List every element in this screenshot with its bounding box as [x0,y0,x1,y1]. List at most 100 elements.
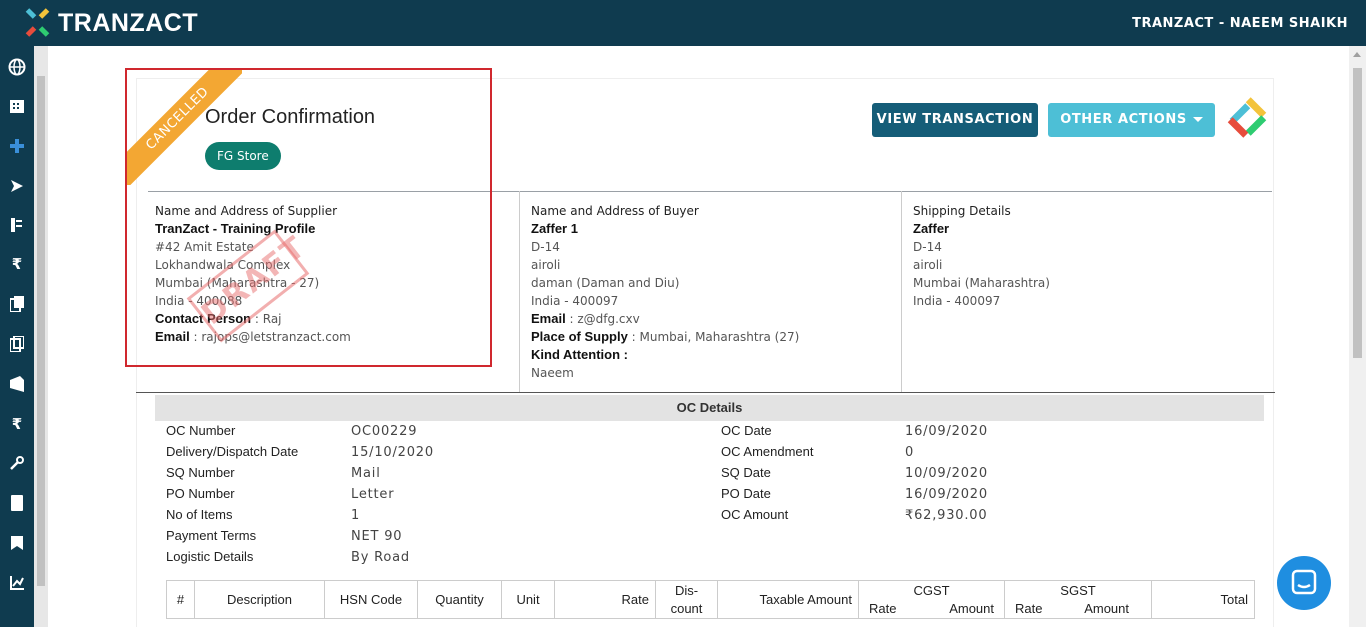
buyer-email-value: : z@dfg.cxv [565,312,640,326]
col-unit: Unit [501,580,555,619]
oc-field: Mail [351,466,381,481]
oc-field: Letter [351,487,394,502]
buyer-email-label: Email [531,311,566,326]
plus-nodes-icon[interactable] [0,133,34,159]
oc-field-label: OC Amendment [721,444,814,459]
shipping-line: Mumbai (Maharashtra) [913,276,1050,290]
chart-icon[interactable] [0,570,34,596]
chat-button[interactable] [1277,556,1331,610]
col-number: # [166,580,195,619]
shipping-line: airoli [913,258,943,272]
col-sgst: SGST Rate Amount [1004,580,1152,619]
building-icon[interactable] [0,93,34,119]
sgst-subheaders: Rate Amount [1011,600,1145,618]
left-scrollbar[interactable] [34,46,48,627]
right-scrollbar[interactable] [1349,46,1366,627]
col-quantity: Quantity [417,580,502,619]
oc-field: OC Amount [721,507,788,522]
oc-field: OC Number [166,423,235,438]
tranzact-logo-icon [25,8,50,37]
oc-field-label: Payment Terms [166,528,257,543]
col-rate: Rate [554,580,656,619]
send-icon[interactable] [0,173,34,199]
brand-logo[interactable]: TRANZACT [22,7,198,39]
oc-field: ₹62,930.00 [905,508,987,523]
view-transaction-button[interactable]: VIEW TRANSACTION [872,103,1038,137]
oc-details-header: OC Details [155,395,1264,421]
copy-icon[interactable] [0,291,34,317]
sgst-label: SGST [1060,582,1096,598]
oc-field: OC00229 [351,424,417,439]
place-of-supply-label: Place of Supply [531,329,628,344]
oc-field-value: OC00229 [351,424,418,439]
oc-field: 16/09/2020 [905,424,988,439]
document-copy-icon[interactable] [0,331,34,357]
oc-field: 0 [905,445,914,460]
oc-field: SQ Number [166,465,235,480]
oc-field-label: SQ Date [721,465,771,480]
right-scrollbar-thumb[interactable] [1353,68,1362,358]
funnel-icon[interactable] [0,371,34,397]
brand-name: TRANZACT [58,8,199,37]
oc-field-value: 16/09/2020 [905,424,988,439]
cgst-rate: Rate [869,600,897,616]
oc-field-value: 16/09/2020 [905,487,988,502]
left-scrollbar-thumb[interactable] [37,76,45,586]
chat-icon [1291,569,1317,595]
oc-field: SQ Date [721,465,771,480]
col-discount: Dis-count [655,580,718,619]
oc-field-value: Letter [351,487,395,502]
wrench-icon[interactable] [0,450,34,476]
buyer-name: Zaffer 1 [531,221,578,236]
highlight-box [125,68,492,367]
oc-field: By Road [351,550,410,565]
oc-field: 10/09/2020 [905,466,988,481]
scroll-up-icon[interactable] [1353,52,1361,57]
buyer-line: India - 400097 [531,294,619,308]
rupee-list-icon[interactable]: ₹ [0,411,34,437]
oc-field: Payment Terms [166,528,256,543]
buyer-line: daman (Daman and Diu) [531,276,680,290]
oc-field: 1 [351,508,360,523]
kind-attention-value: Naeem [531,366,574,380]
col-discount-line1: Dis- [674,582,699,598]
cgst-subheaders: Rate Amount [865,600,998,618]
bookmark-icon[interactable] [0,530,34,556]
rupee-icon[interactable]: ₹ [0,251,34,277]
oc-field-label: OC Number [166,423,236,438]
cgst-label: CGST [913,582,950,598]
oc-field-label: Delivery/Dispatch Date [166,444,299,459]
address-bottom-divider [136,392,1275,393]
oc-field: 15/10/2020 [351,445,434,460]
user-menu[interactable]: TRANZACT - NAEEM SHAIKH [1132,16,1348,31]
oc-field: OC Date [721,423,772,438]
oc-field-label: PO Number [166,486,235,501]
shipping-line: India - 400097 [913,294,1001,308]
oc-field-value: ₹62,930.00 [905,508,988,523]
buyer-line: airoli [531,258,561,272]
list-icon[interactable] [0,212,34,238]
oc-field: PO Date [721,486,771,501]
oc-field: Logistic Details [166,549,253,564]
items-table: # Description HSN Code Quantity Unit Rat… [166,580,1255,619]
sgst-amount: Amount [1084,600,1129,616]
book-icon[interactable] [0,490,34,516]
oc-field-value: Mail [351,466,381,481]
buyer-heading: Name and Address of Buyer [531,204,699,218]
oc-field-label: PO Date [721,486,771,501]
other-actions-button[interactable]: OTHER ACTIONS [1048,103,1215,137]
other-actions-label: OTHER ACTIONS [1060,112,1187,127]
place-of-supply-value: : Mumbai, Maharashtra (27) [627,330,800,344]
oc-field: No of Items [166,507,232,522]
oc-field-value: 0 [905,445,915,460]
oc-field-label: OC Date [721,423,772,438]
oc-field: OC Amendment [721,444,814,459]
globe-icon[interactable] [0,54,34,80]
col-discount-line2: count [670,600,703,616]
oc-field-value: NET 90 [351,529,403,544]
buyer-line: D-14 [531,240,560,254]
oc-field: NET 90 [351,529,402,544]
oc-field-label: OC Amount [721,507,789,522]
table-header-row: # Description HSN Code Quantity Unit Rat… [166,580,1255,619]
buyer-address: Name and Address of Buyer Zaffer 1 D-14 … [531,202,799,382]
